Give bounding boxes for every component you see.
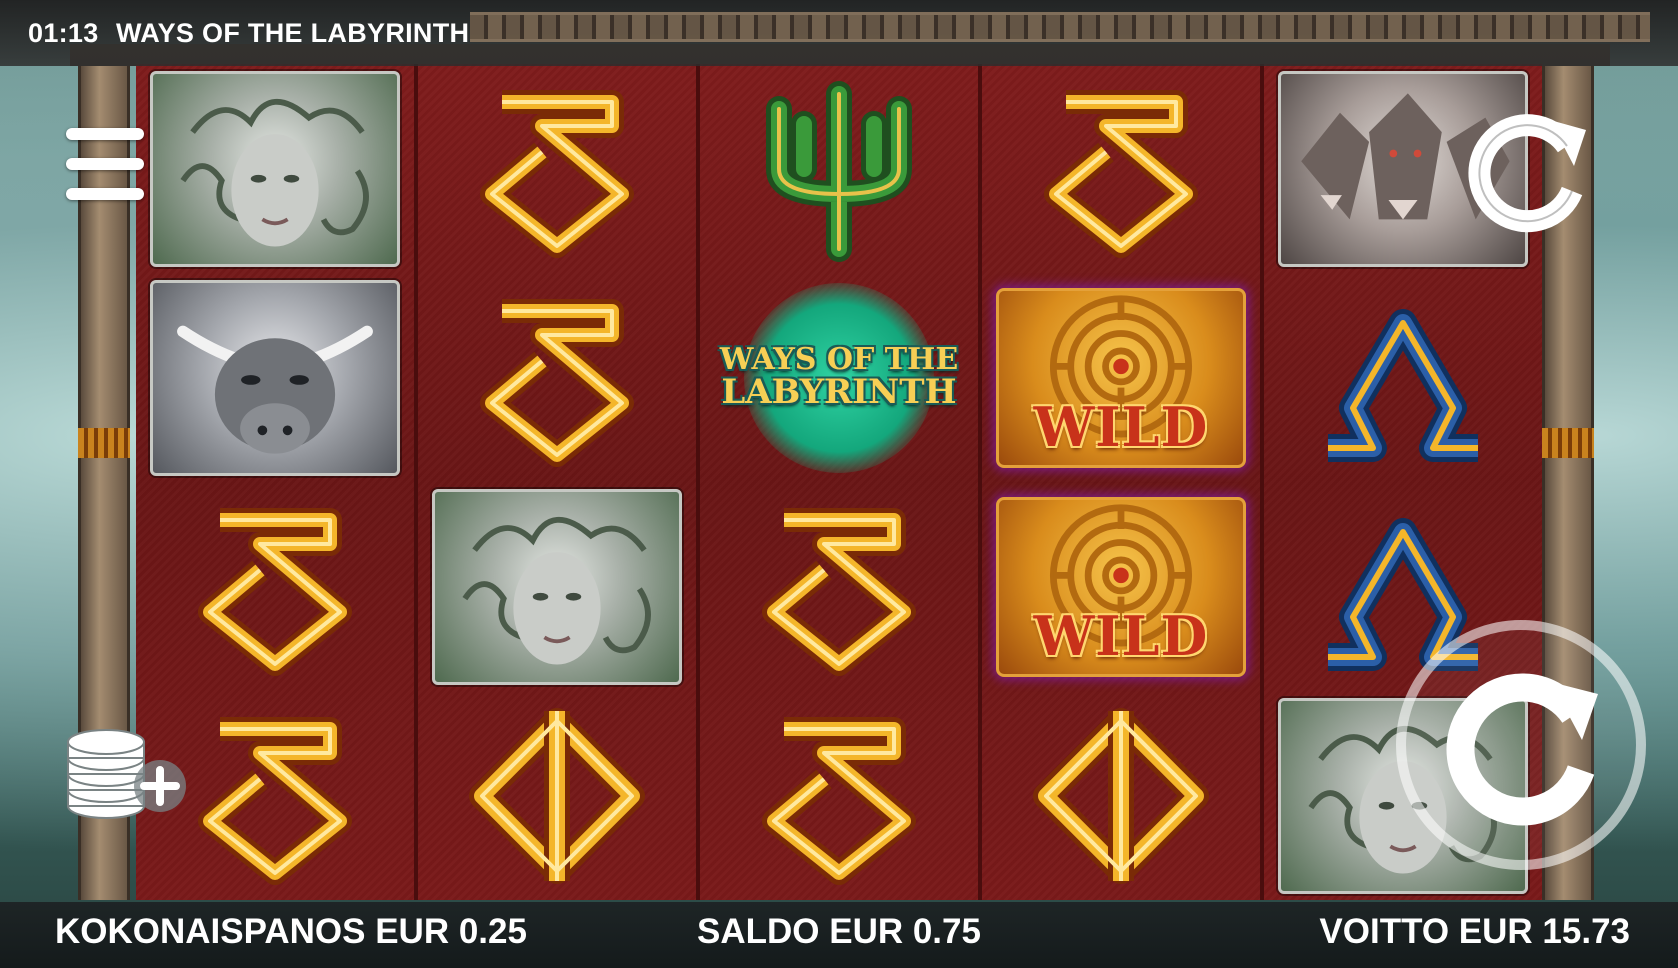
greek-frieze bbox=[470, 12, 1650, 42]
trident-symbol bbox=[766, 80, 912, 262]
reel-grid: WAYS OF THE LABYRINTH WILD WILD bbox=[136, 64, 1542, 900]
coins-stack-plus-icon[interactable] bbox=[64, 720, 194, 824]
reel-1-row-2 bbox=[136, 273, 414, 482]
scatter-logo-symbol: WAYS OF THE LABYRINTH bbox=[714, 278, 964, 478]
reel-4-row-4 bbox=[982, 691, 1260, 900]
reel-3: WAYS OF THE LABYRINTH bbox=[700, 64, 982, 900]
reel-4-row-3: WILD bbox=[982, 482, 1260, 691]
reel-2-row-4 bbox=[418, 691, 696, 900]
wild-label: WILD bbox=[1033, 394, 1209, 459]
delta-symbol bbox=[762, 716, 916, 885]
reel-3-row-4 bbox=[700, 691, 978, 900]
game-scene: WAYS OF THE LABYRINTH WILD WILD bbox=[0, 0, 1678, 968]
replay-arrow-icon[interactable] bbox=[1462, 106, 1592, 236]
bottom-bar: KOKONAISPANOS EUR 0.25 SALDO EUR 0.75 VO… bbox=[0, 902, 1678, 968]
medusa-symbol bbox=[432, 488, 682, 685]
delta-symbol bbox=[762, 507, 916, 676]
reel-1-row-1 bbox=[136, 64, 414, 273]
delta-symbol bbox=[198, 716, 352, 885]
reel-2 bbox=[418, 64, 700, 900]
delta-symbol bbox=[1044, 89, 1198, 258]
game-title: WAYS OF THE LABYRINTH bbox=[116, 18, 470, 48]
reel-3-row-1 bbox=[700, 64, 978, 273]
phi-symbol bbox=[1033, 707, 1209, 884]
phi-symbol bbox=[469, 707, 645, 884]
balance: SALDO EUR 0.75 bbox=[697, 912, 981, 951]
reel-3-row-2: WAYS OF THE LABYRINTH bbox=[700, 273, 978, 482]
reel-2-row-1 bbox=[418, 64, 696, 273]
total-bet[interactable]: KOKONAISPANOS EUR 0.25 bbox=[55, 912, 527, 952]
logo-line-1: WAYS OF THE bbox=[719, 341, 959, 377]
delta-symbol bbox=[480, 89, 634, 258]
clock: 01:13 bbox=[28, 18, 99, 48]
spin-arrow-icon[interactable] bbox=[1396, 620, 1646, 870]
reel-4: WILD WILD bbox=[982, 64, 1264, 900]
omega-symbol bbox=[1328, 308, 1478, 462]
reel-4-row-2: WILD bbox=[982, 273, 1260, 482]
medusa-symbol bbox=[150, 70, 400, 267]
hamburger-menu-icon[interactable] bbox=[64, 126, 146, 202]
delta-symbol bbox=[480, 298, 634, 467]
reel-5-row-2 bbox=[1264, 273, 1542, 482]
reel-4-row-1 bbox=[982, 64, 1260, 273]
logo-line-2: LABYRINTH bbox=[721, 372, 957, 413]
top-bar: 01:13 WAYS OF THE LABYRINTH bbox=[0, 0, 1678, 66]
wild-symbol: WILD bbox=[996, 287, 1246, 468]
wild-symbol: WILD bbox=[996, 496, 1246, 677]
wild-label: WILD bbox=[1033, 603, 1209, 668]
win-amount: VOITTO EUR 15.73 bbox=[1319, 912, 1630, 951]
minotaur-symbol bbox=[150, 279, 400, 476]
reel-3-row-3 bbox=[700, 482, 978, 691]
reel-2-row-3 bbox=[418, 482, 696, 691]
reel-2-row-2 bbox=[418, 273, 696, 482]
reel-1-row-3 bbox=[136, 482, 414, 691]
delta-symbol bbox=[198, 507, 352, 676]
